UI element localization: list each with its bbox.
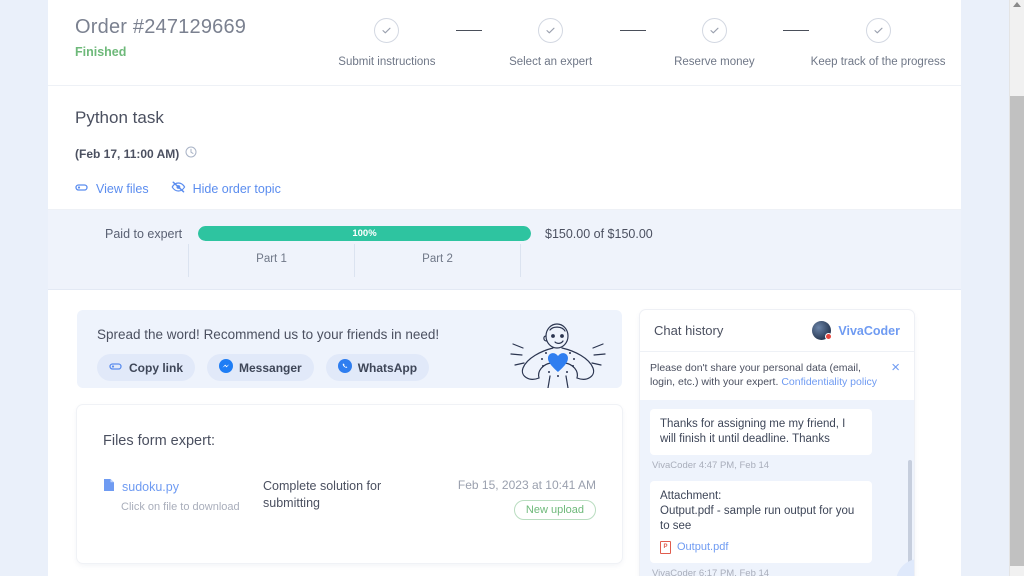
order-header: Order #247129669 Finished Submit instruc… xyxy=(48,0,961,86)
message-bubble: Attachment: Output.pdf - sample run outp… xyxy=(650,481,872,563)
task-links: View files Hide order topic xyxy=(75,181,934,196)
payment-row: Paid to expert 100% $150.00 of $150.00 xyxy=(48,226,961,241)
task-deadline: (Feb 17, 11:00 AM) xyxy=(75,146,934,161)
chat-panel: Chat history VivaCoder Please don't shar… xyxy=(640,310,914,576)
status-badge: New upload xyxy=(513,500,596,520)
files-card: Files form expert: sudoku.py Click on fi… xyxy=(77,405,622,563)
files-title: Files form expert: xyxy=(103,433,215,449)
attachment-link[interactable]: P Output.pdf xyxy=(660,540,862,555)
payment-part-1: Part 1 xyxy=(188,244,354,277)
copy-link-button[interactable]: Copy link xyxy=(97,354,196,381)
scrollbar-thumb[interactable] xyxy=(1010,96,1024,566)
step-label: Reserve money xyxy=(674,56,755,68)
step-connector xyxy=(619,30,646,31)
file-icon xyxy=(103,478,115,495)
payment-label: Paid to expert xyxy=(105,226,183,241)
confidentiality-notice: Please don't share your personal data (e… xyxy=(640,352,914,400)
copy-link-label: Copy link xyxy=(129,360,184,375)
left-column: Spread the word! Recommend us to your fr… xyxy=(77,310,622,576)
step-submit-instructions[interactable]: Submit instructions xyxy=(318,18,456,68)
paperclip-icon xyxy=(75,182,89,196)
messenger-icon xyxy=(219,359,234,376)
clock-icon xyxy=(185,146,197,161)
task-header: Python task (Feb 17, 11:00 AM) View file… xyxy=(48,86,961,243)
step-label: Submit instructions xyxy=(338,56,436,68)
file-name-cell: sudoku.py Click on file to download xyxy=(103,478,263,513)
message-text: Attachment: Output.pdf - sample run outp… xyxy=(660,490,855,532)
check-icon xyxy=(865,18,891,43)
notice-text: Please don't share your personal data (e… xyxy=(650,361,881,389)
pdf-icon: P xyxy=(660,541,671,554)
eye-off-icon xyxy=(171,181,186,196)
task-deadline-text: (Feb 17, 11:00 AM) xyxy=(75,146,180,161)
messenger-button[interactable]: Messanger xyxy=(207,354,314,381)
hide-order-topic-label: Hide order topic xyxy=(192,181,281,196)
step-keep-track[interactable]: Keep track of the progress xyxy=(809,18,947,68)
order-id-block: Order #247129669 Finished xyxy=(75,16,246,59)
file-meta-cell: Feb 15, 2023 at 10:41 AM New upload xyxy=(438,478,596,520)
order-body: Spread the word! Recommend us to your fr… xyxy=(48,290,961,576)
list-item: Thanks for assigning me my friend, I wil… xyxy=(650,409,902,471)
order-status: Finished xyxy=(75,45,127,59)
payment-part-2: Part 2 xyxy=(354,244,521,277)
step-select-expert[interactable]: Select an expert xyxy=(482,18,620,68)
order-page: Order #247129669 Finished Submit instruc… xyxy=(0,0,1024,576)
window-scrollbar[interactable] xyxy=(1009,0,1024,576)
step-connector xyxy=(455,30,482,31)
chat-header: Chat history VivaCoder xyxy=(640,310,914,352)
expert-name: VivaCoder xyxy=(838,323,900,338)
view-files-link[interactable]: View files xyxy=(75,182,149,196)
order-title: Order #247129669 xyxy=(75,16,247,38)
chat-title: Chat history xyxy=(654,323,724,338)
messenger-label: Messanger xyxy=(239,360,302,375)
file-download-link[interactable]: sudoku.py xyxy=(103,478,263,495)
chat-messages[interactable]: Thanks for assigning me my friend, I wil… xyxy=(640,400,914,576)
file-name-label: sudoku.py xyxy=(122,479,179,494)
chat-expert[interactable]: VivaCoder xyxy=(812,321,900,340)
close-icon[interactable]: × xyxy=(889,360,902,375)
chat-scrollbar-thumb[interactable] xyxy=(908,460,912,570)
message-meta: VivaCoder 6:17 PM, Feb 14 xyxy=(652,568,770,576)
page-title: Python task xyxy=(75,108,164,127)
step-label: Select an expert xyxy=(509,56,593,68)
view-files-label: View files xyxy=(96,181,149,196)
status-dot-icon xyxy=(825,333,833,340)
check-icon xyxy=(374,18,400,43)
hide-order-topic-link[interactable]: Hide order topic xyxy=(171,181,281,196)
payment-percent: 100% xyxy=(352,228,377,239)
whatsapp-button[interactable]: WhatsApp xyxy=(325,354,430,381)
link-icon xyxy=(109,361,123,375)
message-meta: VivaCoder 4:47 PM, Feb 14 xyxy=(652,460,770,471)
progress-steps: Submit instructions Select an expert Res… xyxy=(318,18,947,68)
payment-section: Paid to expert 100% $150.00 of $150.00 P… xyxy=(48,210,961,290)
avatar xyxy=(812,321,833,340)
whatsapp-icon xyxy=(337,359,352,376)
list-item: Attachment: Output.pdf - sample run outp… xyxy=(650,481,902,576)
payment-progress-fill: 100% xyxy=(198,226,531,241)
file-date: Feb 15, 2023 at 10:41 AM xyxy=(457,478,596,492)
referral-card: Spread the word! Recommend us to your fr… xyxy=(77,310,622,388)
confidentiality-policy-link[interactable]: Confidentiality policy xyxy=(781,376,877,388)
right-column: Chat history VivaCoder Please don't shar… xyxy=(640,310,914,576)
step-label: Keep track of the progress xyxy=(810,56,946,68)
payment-progress-bar: 100% xyxy=(198,226,531,241)
table-row: sudoku.py Click on file to download Comp… xyxy=(103,478,596,520)
step-reserve-money[interactable]: Reserve money xyxy=(646,18,784,68)
message-text: Thanks for assigning me my friend, I wil… xyxy=(650,409,872,455)
referral-illustration xyxy=(497,316,617,388)
scrollbar-up-arrow-icon[interactable] xyxy=(1013,2,1021,7)
check-icon xyxy=(538,18,564,43)
attachment-name: Output.pdf xyxy=(677,541,729,553)
payment-amount: $150.00 of $150.00 xyxy=(545,226,653,241)
whatsapp-label: WhatsApp xyxy=(357,360,418,375)
step-connector xyxy=(783,30,810,31)
check-icon xyxy=(701,18,727,43)
order-container: Order #247129669 Finished Submit instruc… xyxy=(48,0,961,576)
file-download-hint: Click on file to download xyxy=(121,501,240,513)
file-description: Complete solution for submitting xyxy=(263,479,382,510)
payment-parts: Part 1 Part 2 xyxy=(188,244,521,277)
